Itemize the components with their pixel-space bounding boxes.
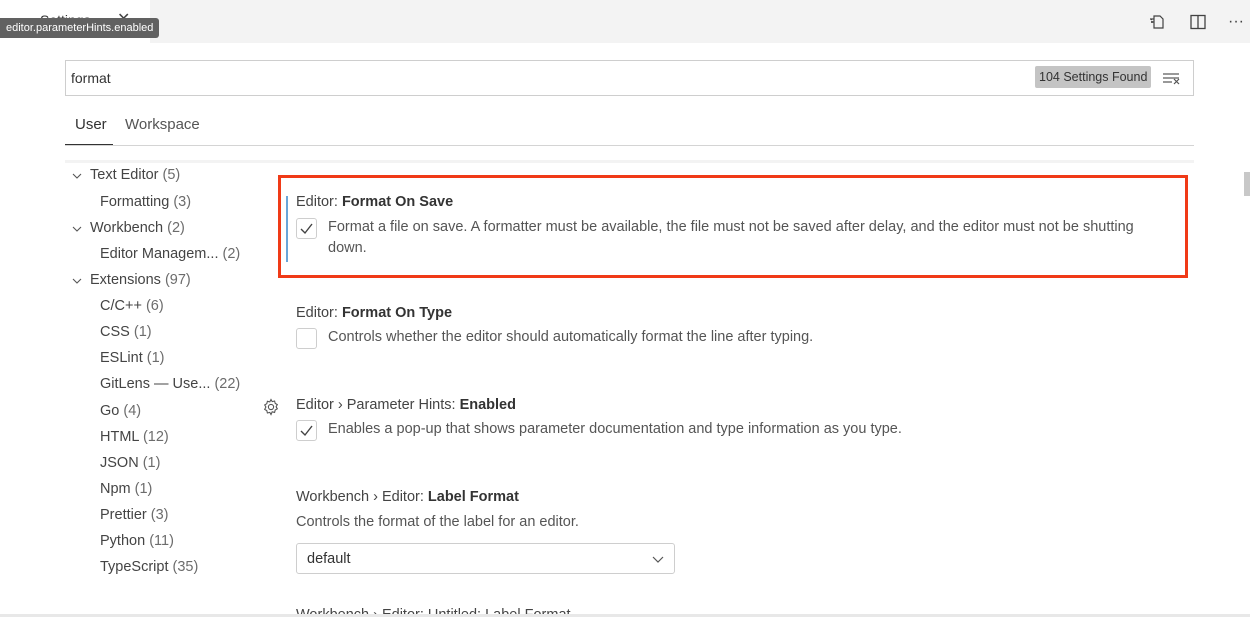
scrollbar-thumb[interactable]	[1244, 172, 1250, 196]
settings-search-box[interactable]: 104 Settings Found	[65, 60, 1194, 96]
clear-filter-icon[interactable]	[1161, 68, 1181, 88]
toc-item-gitlens[interactable]: GitLens — Use... (22)	[100, 376, 240, 392]
setting-title-parameter-hints: Editor › Parameter Hints: Enabled	[296, 397, 516, 413]
setting-title-format-on-type: Editor: Format On Type	[296, 305, 453, 321]
toc-item-typescript[interactable]: TypeScript (35)	[100, 559, 198, 575]
editor-tab-bar: Settings ✕ editor.parameterHints.enabled…	[0, 0, 1250, 43]
toc-item-npm[interactable]: Npm (1)	[100, 481, 152, 497]
toc-item-text-editor[interactable]: Text Editor (5)	[90, 167, 180, 183]
toc-item-editor-management[interactable]: Editor Managem... (2)	[100, 246, 240, 262]
toc-item-python[interactable]: Python (11)	[100, 533, 174, 549]
open-settings-json-icon[interactable]	[1146, 10, 1170, 34]
toc-item-eslint[interactable]: ESLint (1)	[100, 350, 165, 366]
setting-description: Enables a pop-up that shows parameter do…	[328, 421, 902, 437]
toc-item-css[interactable]: CSS (1)	[100, 324, 152, 340]
toc-item-extensions[interactable]: Extensions (97)	[90, 272, 191, 288]
toc-item-prettier[interactable]: Prettier (3)	[100, 507, 169, 523]
tab-user[interactable]: User	[75, 116, 107, 133]
parameter-hints-checkbox[interactable]	[296, 420, 317, 441]
tab-workspace[interactable]: Workspace	[125, 116, 200, 133]
setting-title-label-format: Workbench › Editor: Label Format	[296, 489, 519, 505]
format-on-type-checkbox[interactable]	[296, 328, 317, 349]
setting-id-tooltip: editor.parameterHints.enabled	[0, 18, 160, 38]
toc-item-go[interactable]: Go (4)	[100, 403, 141, 419]
editor-actions: ···	[1130, 10, 1250, 34]
setting-description: Controls the format of the label for an …	[296, 514, 579, 530]
toc-item-json[interactable]: JSON (1)	[100, 455, 160, 471]
chevron-down-icon	[652, 556, 664, 563]
chevron-down-icon[interactable]	[72, 276, 82, 286]
divider	[65, 160, 1194, 163]
chevron-down-icon[interactable]	[72, 171, 82, 181]
annotation-highlight-box	[278, 175, 1188, 278]
toc-item-workbench[interactable]: Workbench (2)	[90, 220, 185, 236]
label-format-select[interactable]: default	[296, 543, 675, 574]
select-value: default	[307, 551, 351, 567]
checkmark-icon	[300, 425, 313, 437]
setting-description: Controls whether the editor should autom…	[328, 329, 814, 345]
split-editor-icon[interactable]	[1186, 10, 1210, 34]
results-count-badge: 104 Settings Found	[1035, 66, 1152, 88]
toc-item-cpp[interactable]: C/C++ (6)	[100, 298, 164, 314]
gear-icon[interactable]	[262, 398, 280, 416]
toc-item-html[interactable]: HTML (12)	[100, 429, 169, 445]
active-tab-underline	[65, 144, 113, 145]
chevron-down-icon[interactable]	[72, 224, 82, 234]
more-actions-icon[interactable]: ···	[1224, 10, 1248, 34]
search-input[interactable]	[71, 61, 971, 95]
toc-item-formatting[interactable]: Formatting (3)	[100, 194, 191, 210]
settings-scope-tabs: User Workspace	[65, 110, 1194, 146]
